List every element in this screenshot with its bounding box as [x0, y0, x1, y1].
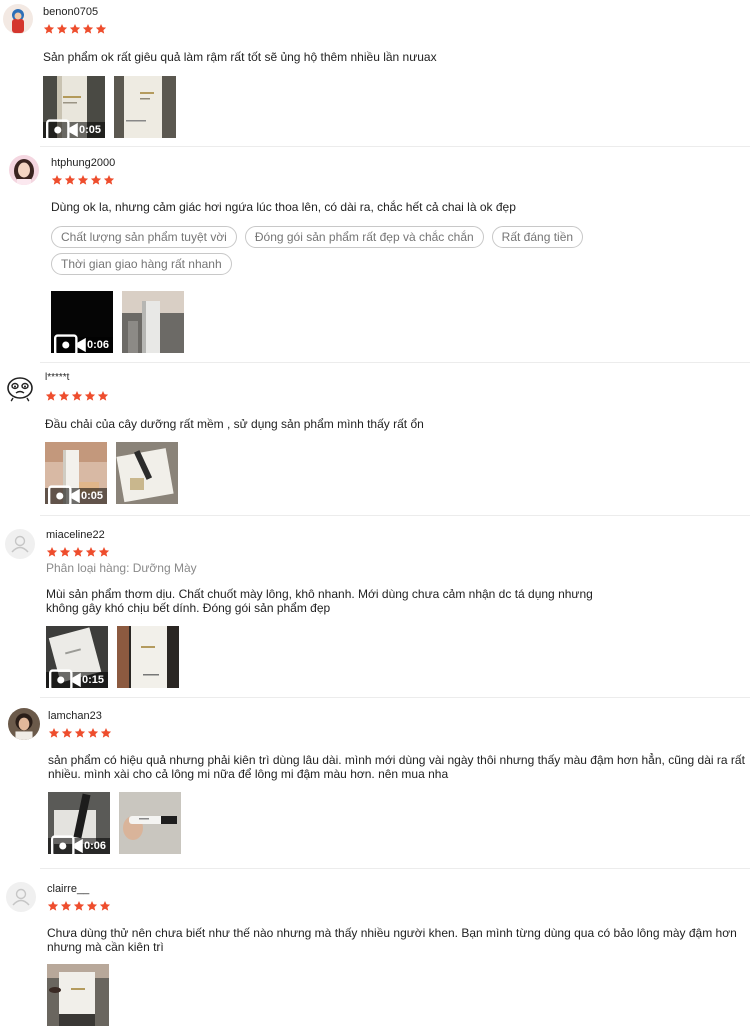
star-icon: [46, 547, 58, 557]
review-username[interactable]: benon0705: [43, 6, 98, 18]
image-thumbnail[interactable]: [117, 626, 179, 688]
star-icon: [60, 901, 72, 911]
review-comment: Dùng ok la, nhưng cảm giác hơi ngứa lúc …: [51, 200, 516, 214]
review-media: 0:15: [46, 626, 179, 688]
review-username[interactable]: miaceline22: [46, 529, 105, 541]
image-thumbnail[interactable]: [114, 76, 176, 138]
review-comment: Chưa dùng thử nên chưa biết như thế nào …: [47, 926, 737, 954]
review-comment: sản phẩm có hiệu quả nhưng phải kiên trì…: [48, 753, 745, 781]
video-thumbnail[interactable]: 0:06: [48, 792, 110, 854]
video-camera-icon: [48, 485, 80, 504]
star-icon: [48, 728, 60, 738]
star-icon: [103, 175, 115, 185]
star-icon: [47, 901, 59, 911]
video-overlay: 0:05: [43, 119, 105, 138]
review-username[interactable]: htphung2000: [51, 157, 115, 169]
star-icon: [97, 391, 109, 401]
star-icon: [74, 728, 86, 738]
user-avatar[interactable]: [9, 155, 39, 185]
star-icon: [84, 391, 96, 401]
video-overlay: 0:06: [51, 334, 113, 353]
video-overlay: 0:05: [45, 485, 107, 504]
star-icon: [95, 24, 107, 34]
star-rating: [51, 174, 115, 186]
star-icon: [85, 547, 97, 557]
review-tag: Thời gian giao hàng rất nhanh: [51, 253, 232, 275]
review-comment: Mùi sản phẩm thơm dịu. Chất chuốt mày lô…: [46, 587, 593, 615]
star-icon: [64, 175, 76, 185]
star-rating: [46, 546, 110, 558]
star-rating: [43, 23, 107, 35]
review-comment: Đầu chải của cây dưỡng rất mềm , sử dụng…: [45, 417, 424, 431]
image-thumbnail[interactable]: [122, 291, 184, 353]
review-media: 0:06: [48, 792, 181, 854]
video-overlay: 0:06: [48, 835, 110, 854]
video-camera-icon: [51, 835, 83, 854]
image-thumbnail[interactable]: [116, 442, 178, 504]
star-icon: [73, 901, 85, 911]
image-thumbnail[interactable]: [47, 964, 109, 1026]
user-avatar[interactable]: [5, 374, 35, 404]
video-camera-icon: [49, 669, 81, 688]
star-icon: [69, 24, 81, 34]
review-tags: Chất lượng sản phẩm tuyệt vời Đóng gói s…: [51, 226, 651, 275]
review-username[interactable]: clairre__: [47, 883, 89, 895]
default-avatar-icon: [6, 882, 36, 912]
user-avatar[interactable]: [6, 882, 36, 912]
star-icon: [82, 24, 94, 34]
user-avatar[interactable]: [3, 4, 33, 34]
star-icon: [90, 175, 102, 185]
review-divider: [40, 515, 750, 516]
video-duration: 0:15: [81, 674, 104, 686]
star-icon: [87, 728, 99, 738]
video-camera-icon: [54, 334, 86, 353]
star-icon: [98, 547, 110, 557]
product-variation: Phân loại hàng: Dưỡng Mày: [46, 561, 197, 575]
star-icon: [45, 391, 57, 401]
star-icon: [51, 175, 63, 185]
star-rating: [48, 727, 112, 739]
review-username[interactable]: l*****t: [45, 372, 69, 383]
default-avatar-icon: [5, 529, 35, 559]
review-divider: [40, 362, 750, 363]
star-icon: [86, 901, 98, 911]
star-icon: [77, 175, 89, 185]
star-icon: [56, 24, 68, 34]
video-duration: 0:06: [86, 339, 109, 351]
review-username[interactable]: lamchan23: [48, 710, 102, 722]
review-divider: [40, 697, 750, 698]
user-avatar[interactable]: [8, 708, 40, 740]
video-duration: 0:06: [83, 840, 106, 852]
video-duration: 0:05: [80, 490, 103, 502]
star-rating: [47, 900, 111, 912]
video-thumbnail[interactable]: 0:05: [43, 76, 105, 138]
star-icon: [43, 24, 55, 34]
review-media: 0:05: [43, 76, 176, 138]
video-camera-icon: [46, 119, 78, 138]
review-tag: Rất đáng tiền: [491, 226, 584, 248]
star-rating: [45, 390, 109, 402]
video-overlay: 0:15: [46, 669, 108, 688]
review-media: 0:05: [45, 442, 178, 504]
review-divider: [40, 868, 750, 869]
review-tag: Đóng gói sản phẩm rất đẹp và chắc chắn: [244, 226, 484, 248]
user-avatar[interactable]: [5, 529, 35, 559]
review-media: [47, 964, 109, 1026]
review-media: 0:06: [51, 291, 184, 353]
star-icon: [71, 391, 83, 401]
review-comment: Sản phẩm ok rất giêu quả làm rậm rất tốt…: [43, 50, 437, 64]
review-tag: Chất lượng sản phẩm tuyệt vời: [51, 226, 237, 248]
video-thumbnail[interactable]: 0:15: [46, 626, 108, 688]
star-icon: [61, 728, 73, 738]
star-icon: [100, 728, 112, 738]
star-icon: [72, 547, 84, 557]
star-icon: [59, 547, 71, 557]
image-thumbnail[interactable]: [119, 792, 181, 854]
video-thumbnail[interactable]: 0:06: [51, 291, 113, 353]
review-divider: [40, 146, 750, 147]
video-thumbnail[interactable]: 0:05: [45, 442, 107, 504]
star-icon: [99, 901, 111, 911]
star-icon: [58, 391, 70, 401]
video-duration: 0:05: [78, 124, 101, 136]
